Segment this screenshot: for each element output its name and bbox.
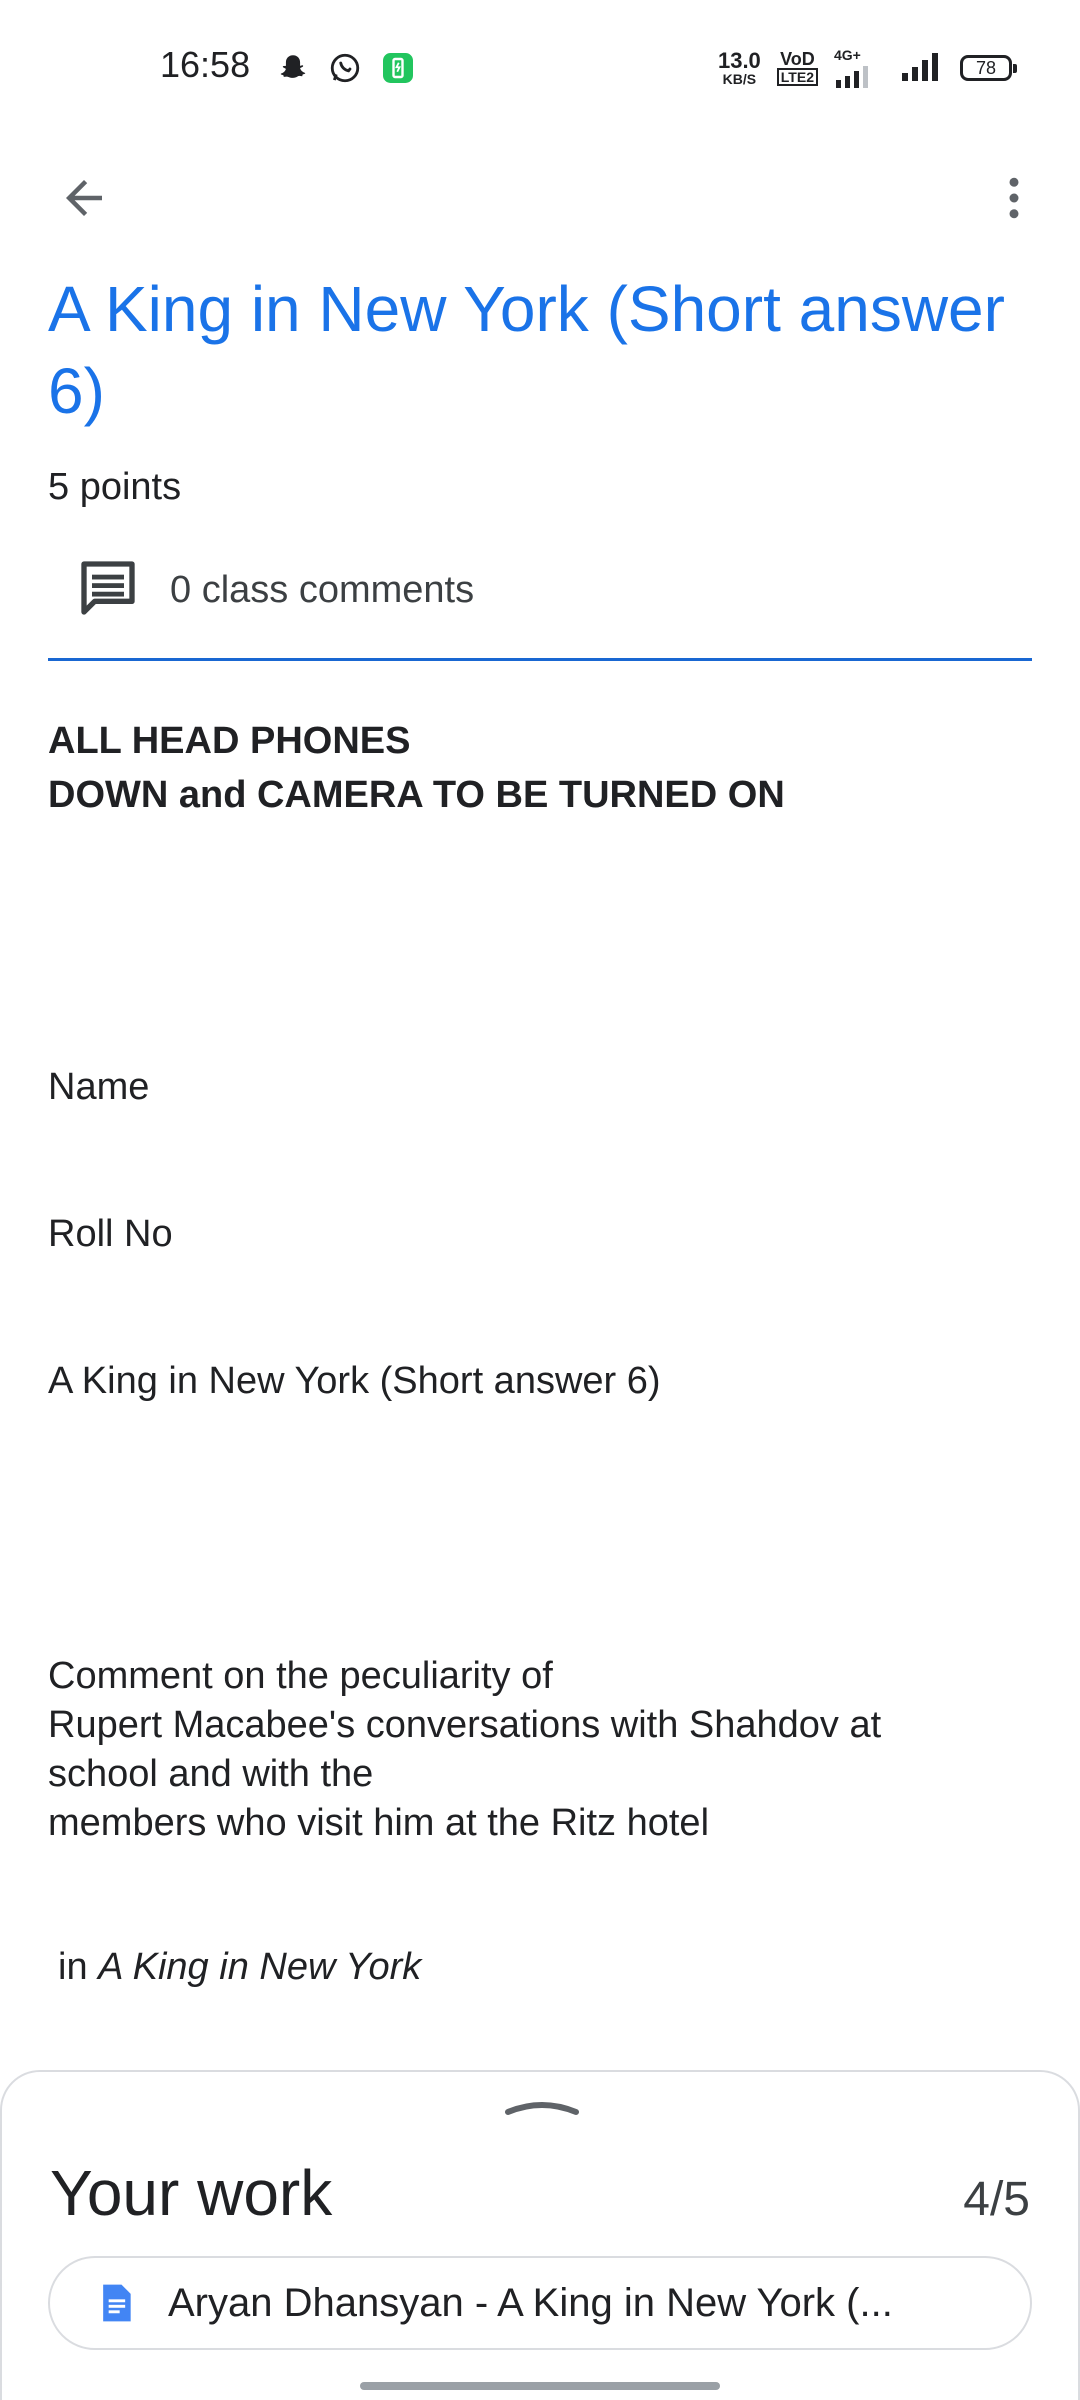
arrow-back-icon (57, 171, 111, 230)
more-vert-icon (987, 171, 1041, 230)
question-line: Comment on the peculiarity of (48, 1655, 553, 1697)
battery-indicator: 78 (960, 55, 1017, 81)
question-line: members who visit him at the Ritz hotel (48, 1802, 710, 1844)
attachment-chip[interactable]: Aryan Dhansyan - A King in New York (... (48, 2256, 1032, 2350)
question-tail: in A King in New York (58, 1946, 421, 1989)
instructions: ALL HEAD PHONES DOWN and CAMERA TO BE TU… (48, 714, 785, 822)
attachment-label: Aryan Dhansyan - A King in New York (... (168, 2280, 893, 2325)
roll-no-label: Roll No (48, 1213, 173, 1255)
comment-icon (76, 556, 140, 625)
assignment-title: A King in New York (Short answer 6) (48, 273, 1005, 427)
class-comments-button[interactable]: 0 class comments (76, 554, 474, 626)
question-text: Comment on the peculiarity of Rupert Mac… (48, 1652, 1038, 1848)
class-comments-label: 0 class comments (170, 568, 475, 611)
notification-icons (276, 50, 416, 91)
question-tail-book-title: A King in New York (98, 1946, 422, 1988)
question-tail-prefix: in (58, 1946, 88, 1988)
your-work-title: Your work (50, 2157, 333, 2229)
whatsapp-icon (328, 51, 362, 90)
network-speed: 13.0 KB/S (717, 48, 761, 87)
instructions-line: ALL HEAD PHONES (48, 720, 411, 762)
volte-indicator: VoD LTE2 (776, 50, 818, 86)
gesture-nav-bar[interactable] (360, 2382, 720, 2390)
back-button[interactable] (48, 164, 120, 236)
signal-sim1-icon: 4G+ (834, 48, 884, 88)
your-work-sheet[interactable]: Your work 4/5 (0, 2070, 1080, 2400)
signal-sim2-icon (900, 51, 944, 86)
status-time: 16:58 (160, 44, 251, 85)
description-subtitle: A King in New York (Short answer 6) (48, 1360, 661, 1402)
chevron-up-icon (502, 2090, 582, 2125)
your-work-count: 4/5 (963, 2173, 1030, 2226)
header-divider (48, 658, 1032, 661)
battery-saver-app-icon (380, 50, 416, 91)
system-indicators: 13.0 KB/S VoD LTE2 4G+ 78 (717, 48, 1017, 88)
google-docs-icon (94, 2281, 138, 2325)
question-line: Rupert Macabee's conversations with Shah… (48, 1704, 882, 1746)
snapchat-icon (276, 51, 310, 90)
status-bar: 16:58 13.0 KB/S VoD LTE2 4G+ 78 (0, 0, 1080, 140)
name-label: Name (48, 1066, 150, 1108)
instructions-line: DOWN and CAMERA TO BE TURNED ON (48, 774, 785, 816)
assignment-points: 5 points (48, 466, 182, 508)
question-line: school and with the (48, 1753, 374, 1795)
more-options-button[interactable] (978, 164, 1050, 236)
expand-sheet-handle[interactable] (502, 2092, 582, 2122)
